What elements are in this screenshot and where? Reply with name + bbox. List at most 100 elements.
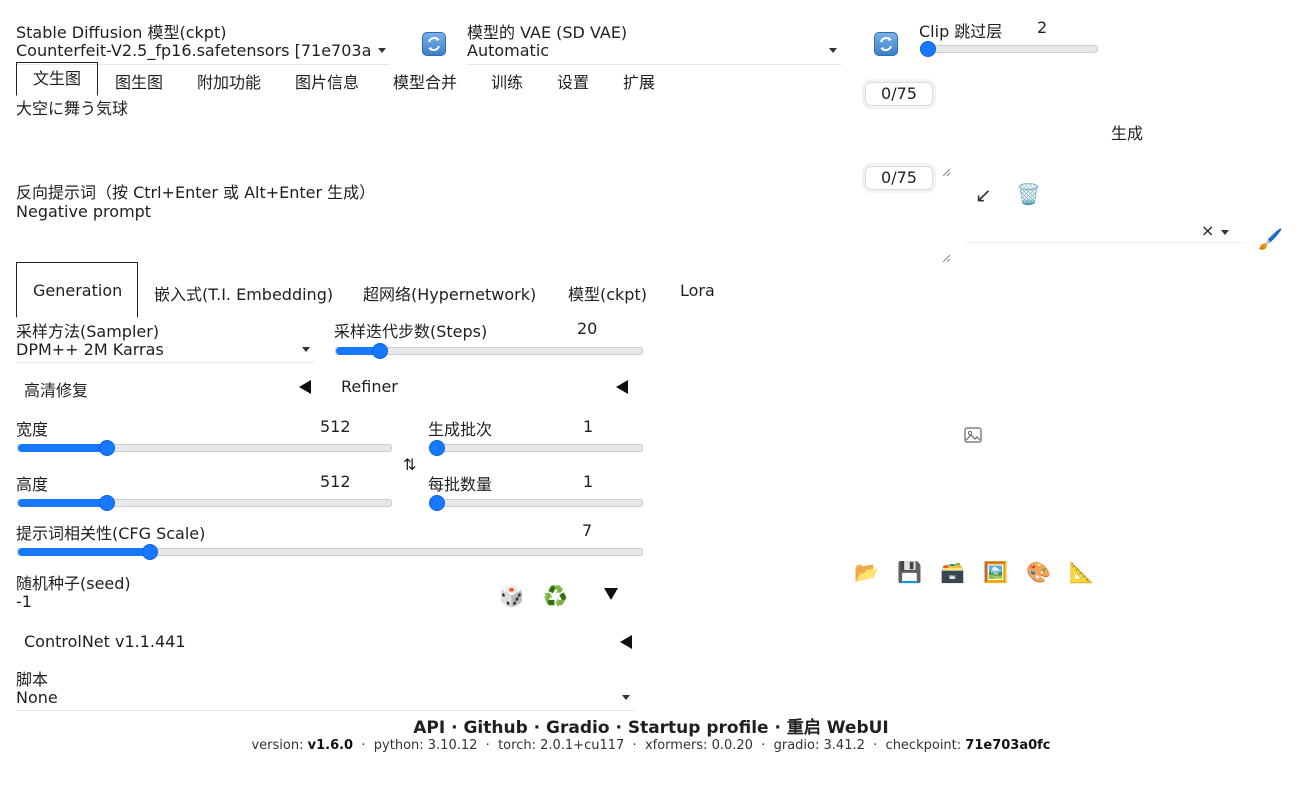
prompt-token-counter: 0/75 xyxy=(865,82,933,106)
collapse-caret-icon xyxy=(620,635,632,649)
python-value: 3.10.12 xyxy=(427,738,478,753)
clip-skip-slider[interactable] xyxy=(920,41,1098,57)
tab-extensions[interactable]: 扩展 xyxy=(623,69,655,93)
python-key: python: xyxy=(373,738,428,753)
refresh-icon xyxy=(880,37,892,51)
tab-img2img[interactable]: 图生图 xyxy=(115,69,163,93)
batch-size-slider[interactable] xyxy=(429,495,643,511)
tab-train[interactable]: 训练 xyxy=(491,69,523,93)
version-info: version: v1.6.0 · python: 3.10.12 · torc… xyxy=(251,738,1051,753)
tab-checkpoint-merger[interactable]: 模型合并 xyxy=(393,69,457,93)
image-placeholder-icon xyxy=(964,427,982,443)
tab-settings[interactable]: 设置 xyxy=(557,69,589,93)
footer-link-reload-ui[interactable]: 重启 WebUI xyxy=(787,718,889,738)
slider-thumb[interactable] xyxy=(429,440,445,456)
script-select[interactable]: None xyxy=(16,687,634,711)
cfg-scale-slider[interactable] xyxy=(17,544,643,560)
styles-select[interactable]: × xyxy=(965,220,1245,243)
checkpoint-key: checkpoint: xyxy=(885,738,966,753)
refresh-model-button[interactable] xyxy=(422,32,446,56)
version-value: v1.6.0 xyxy=(307,738,354,753)
hires-fix-label: 高清修复 xyxy=(24,381,89,400)
hires-fix-accordion[interactable]: 高清修复 xyxy=(16,372,314,402)
chevron-down-icon xyxy=(622,695,630,700)
height-slider[interactable] xyxy=(17,495,392,511)
negative-token-counter: 0/75 xyxy=(865,166,933,190)
slider-thumb[interactable] xyxy=(98,440,115,456)
read-params-arrow-icon[interactable]: ↙ xyxy=(975,183,992,207)
collapse-caret-icon xyxy=(299,380,311,394)
clip-skip-value[interactable]: 2 xyxy=(1037,18,1047,37)
zip-icon[interactable]: 🗃️ xyxy=(940,561,965,583)
subtab-hypernetwork[interactable]: 超网络(Hypernetwork) xyxy=(363,281,536,305)
seed-input[interactable]: -1 xyxy=(16,592,32,611)
trash-icon[interactable]: 🗑️ xyxy=(1016,183,1041,205)
tab-png-info[interactable]: 图片信息 xyxy=(295,69,359,93)
footer-links: API · Github · Gradio · Startup profile … xyxy=(0,713,1302,738)
clear-styles-icon[interactable]: × xyxy=(1201,221,1214,240)
tab-txt2img[interactable]: 文生图 xyxy=(16,62,98,96)
height-value[interactable]: 512 xyxy=(320,472,351,491)
gradio-key: gradio: xyxy=(773,738,824,753)
chevron-down-icon xyxy=(1221,230,1229,235)
sampler-select[interactable]: DPM++ 2M Karras xyxy=(16,339,314,363)
version-key: version: xyxy=(251,738,308,753)
prompt-textarea[interactable]: 大空に舞う気球 xyxy=(16,94,950,176)
expand-seed-caret-icon[interactable] xyxy=(604,588,618,600)
generate-button[interactable]: 生成 xyxy=(1111,120,1143,144)
send-to-extras-icon[interactable]: 📐 xyxy=(1069,561,1094,583)
footer-separator: · xyxy=(527,718,547,738)
checkpoint-value: 71e703a0fc xyxy=(965,738,1051,753)
sampler-select-value: DPM++ 2M Karras xyxy=(16,340,164,359)
brush-icon[interactable]: 🖌️ xyxy=(1258,228,1283,250)
negative-prompt-textarea[interactable]: Negative prompt xyxy=(16,202,950,262)
resize-handle-icon[interactable] xyxy=(942,168,950,176)
batch-count-value[interactable]: 1 xyxy=(583,417,593,436)
chevron-down-icon xyxy=(302,347,310,352)
subtab-checkpoints[interactable]: 模型(ckpt) xyxy=(568,281,647,305)
controlnet-label: ControlNet v1.1.441 xyxy=(24,632,186,651)
steps-value[interactable]: 20 xyxy=(577,319,597,338)
swap-dimensions-icon[interactable]: ⇅ xyxy=(403,455,416,474)
steps-label: 采样迭代步数(Steps) xyxy=(334,322,488,341)
chevron-down-icon xyxy=(829,48,837,53)
refiner-label: Refiner xyxy=(341,377,398,396)
slider-thumb[interactable] xyxy=(371,343,388,359)
dice-icon[interactable]: 🎲 xyxy=(499,585,524,607)
clip-skip-label: Clip 跳过层 xyxy=(919,22,1003,41)
negative-prompt-label: 反向提示词（按 Ctrl+Enter 或 Alt+Enter 生成） xyxy=(16,183,376,202)
cfg-scale-label: 提示词相关性(CFG Scale) xyxy=(16,524,206,543)
send-to-img2img-icon[interactable]: 🖼️ xyxy=(983,561,1008,583)
cfg-scale-value[interactable]: 7 xyxy=(582,521,592,540)
send-to-inpaint-icon[interactable]: 🎨 xyxy=(1026,561,1051,583)
footer-link-api[interactable]: API xyxy=(413,718,445,738)
slider-thumb[interactable] xyxy=(920,41,936,57)
footer-link-startup-profile[interactable]: Startup profile xyxy=(628,718,769,738)
steps-slider[interactable] xyxy=(335,343,643,359)
refresh-vae-button[interactable] xyxy=(874,32,898,56)
width-slider[interactable] xyxy=(17,440,392,456)
slider-thumb[interactable] xyxy=(142,544,159,560)
width-label: 宽度 xyxy=(16,420,49,439)
refiner-accordion[interactable]: Refiner xyxy=(334,372,632,402)
batch-size-value[interactable]: 1 xyxy=(583,472,593,491)
batch-count-slider[interactable] xyxy=(429,440,643,456)
resize-handle-icon[interactable] xyxy=(942,254,950,262)
vae-select[interactable]: Automatic xyxy=(467,40,841,65)
torch-value: 2.0.1+cu117 xyxy=(540,738,625,753)
slider-thumb[interactable] xyxy=(429,495,445,511)
width-value[interactable]: 512 xyxy=(320,417,351,436)
slider-thumb[interactable] xyxy=(98,495,115,511)
subtab-embedding[interactable]: 嵌入式(T.I. Embedding) xyxy=(154,281,333,305)
controlnet-accordion[interactable]: ControlNet v1.1.441 xyxy=(16,627,640,657)
open-folder-icon[interactable]: 📂 xyxy=(854,561,879,583)
script-select-value: None xyxy=(16,688,58,707)
tab-extras[interactable]: 附加功能 xyxy=(197,69,261,93)
recycle-icon[interactable]: ♻️ xyxy=(543,585,568,607)
refresh-icon xyxy=(428,37,440,51)
save-icon[interactable]: 💾 xyxy=(897,561,922,583)
subtab-lora[interactable]: Lora xyxy=(680,281,715,300)
subtab-generation[interactable]: Generation xyxy=(33,281,122,300)
footer-link-gradio[interactable]: Gradio xyxy=(546,718,609,738)
footer-link-github[interactable]: Github xyxy=(463,718,527,738)
